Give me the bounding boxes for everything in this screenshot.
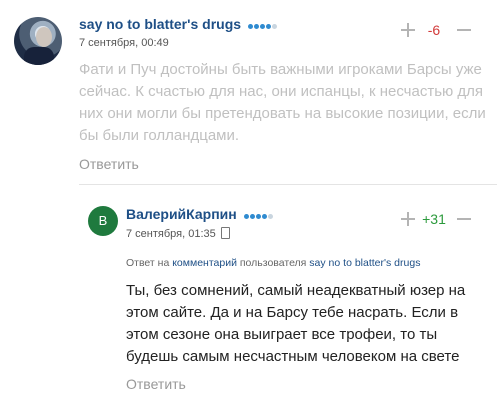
comment-item: B ВалерийКарпин 7 сентября, 01:35 +31 От… bbox=[78, 190, 497, 409]
comment-item: say no to blatter's drugs 7 сентября, 00… bbox=[0, 0, 497, 190]
plus-icon[interactable] bbox=[401, 212, 415, 226]
comment-score: -6 bbox=[427, 22, 441, 38]
parent-comment-link[interactable]: комментарий bbox=[172, 257, 237, 269]
user-rating-dots bbox=[243, 206, 274, 222]
comment-text: Фати и Пуч достойны быть важными игрокам… bbox=[79, 61, 486, 144]
divider bbox=[79, 184, 497, 185]
comment-author[interactable]: say no to blatter's drugs bbox=[79, 16, 278, 33]
comment-author[interactable]: ВалерийКарпин bbox=[126, 206, 274, 223]
parent-user-link[interactable]: say no to blatter's drugs bbox=[309, 257, 420, 269]
reply-button[interactable]: Ответить bbox=[126, 376, 186, 392]
reply-reference: Ответ на комментарий пользователя say no… bbox=[126, 257, 421, 269]
reply-button[interactable]: Ответить bbox=[79, 156, 139, 172]
plus-icon[interactable] bbox=[401, 23, 415, 37]
user-rating-dots bbox=[247, 16, 278, 32]
avatar[interactable] bbox=[14, 17, 62, 65]
comment-score: +31 bbox=[422, 211, 446, 227]
comment-date: 7 сентября, 00:49 bbox=[79, 37, 169, 49]
mobile-icon bbox=[220, 227, 230, 239]
minus-icon[interactable] bbox=[457, 23, 471, 37]
comment-date: 7 сентября, 01:35 bbox=[126, 227, 230, 240]
minus-icon[interactable] bbox=[457, 212, 471, 226]
comment-text: Ты, без сомнений, самый неадекватный юзе… bbox=[126, 282, 466, 365]
avatar[interactable]: B bbox=[88, 206, 118, 236]
